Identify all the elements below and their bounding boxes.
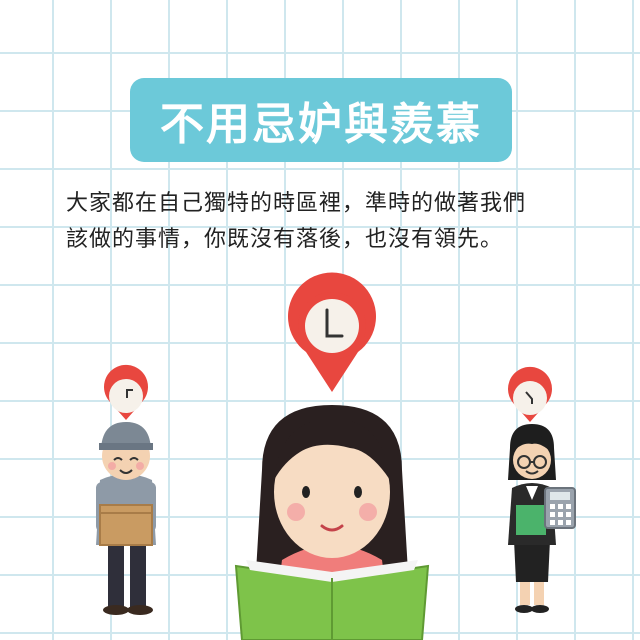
reading-girl-figure xyxy=(234,405,430,640)
clock-pin-icon xyxy=(288,272,376,392)
illustration xyxy=(96,272,576,640)
clock-pin-icon xyxy=(508,366,552,422)
delivery-worker-figure xyxy=(96,422,156,615)
businesswoman-figure xyxy=(508,424,576,613)
clock-pin-icon xyxy=(104,364,148,420)
